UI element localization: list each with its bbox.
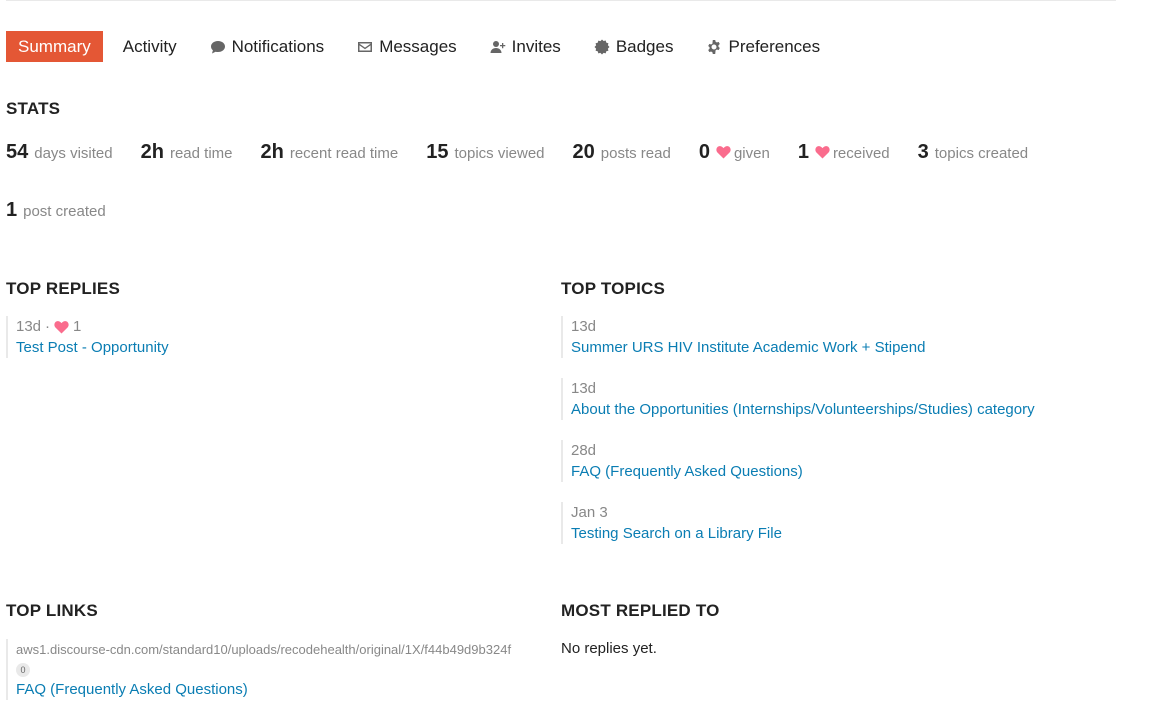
stat-number: 3 xyxy=(917,141,929,163)
top-topics-list: 13d Summer URS HIV Institute Academic Wo… xyxy=(561,316,1121,560)
meta-separator: · xyxy=(45,318,51,335)
top-divider xyxy=(6,0,1116,1)
stat-days-visited: 54 days visited xyxy=(6,141,113,169)
topic-age: 13d xyxy=(571,318,597,335)
stat-topics-viewed: 15 topics viewed xyxy=(426,141,544,169)
stat-recent-read-time: 2h recent read time xyxy=(261,141,399,169)
stat-label: topics viewed xyxy=(454,145,545,162)
list-item: 28d FAQ (Frequently Asked Questions) xyxy=(561,440,1121,482)
topic-age: 28d xyxy=(571,442,597,459)
stat-number: 2h xyxy=(260,141,284,163)
tab-badges-label: Badges xyxy=(615,36,674,56)
tab-summary[interactable]: Summary xyxy=(6,31,103,62)
tab-notifications[interactable]: Notifications xyxy=(197,31,337,62)
stat-label: recent read time xyxy=(289,145,399,162)
list-item: 13d Summer URS HIV Institute Academic Wo… xyxy=(561,316,1121,358)
stat-label: topics created xyxy=(934,145,1029,162)
stat-posts-created: 1 post created xyxy=(6,199,106,227)
tab-summary-label: Summary xyxy=(18,36,91,56)
stats-list: 54 days visited 2h read time 2h recent r… xyxy=(6,141,1066,169)
stat-likes-received: 1 received xyxy=(798,141,890,169)
stat-likes-given: 0 given xyxy=(699,141,770,169)
heart-icon xyxy=(716,145,731,159)
top-topics-heading: TOP TOPICS xyxy=(561,279,666,298)
topic-link[interactable]: Testing Search on a Library File xyxy=(571,523,1121,544)
empty-state-text: No replies yet. xyxy=(561,640,657,657)
topic-link[interactable]: FAQ (Frequently Asked Questions) xyxy=(571,461,1121,482)
stat-number: 54 xyxy=(6,141,29,163)
list-item: 13d · 1 Test Post - Opportunity xyxy=(6,316,526,358)
tab-messages-label: Messages xyxy=(379,36,457,56)
list-item: Jan 3 Testing Search on a Library File xyxy=(561,502,1121,544)
heart-icon xyxy=(815,145,830,159)
reply-like-count: 1 xyxy=(73,318,82,335)
stat-label: received xyxy=(832,145,890,162)
reply-meta: 13d · 1 xyxy=(16,316,526,337)
stat-label: days visited xyxy=(34,145,113,162)
stat-number: 20 xyxy=(572,141,595,163)
top-replies-list: 13d · 1 Test Post - Opportunity xyxy=(6,316,526,374)
comment-icon xyxy=(209,38,227,56)
tab-activity-label: Activity xyxy=(122,36,177,56)
stat-number: 0 xyxy=(698,141,710,163)
topic-link[interactable]: Summer URS HIV Institute Academic Work +… xyxy=(571,337,1121,358)
link-topic-title[interactable]: FAQ (Frequently Asked Questions) xyxy=(16,679,546,700)
stat-label: posts read xyxy=(600,145,671,162)
list-item: aws1.discourse-cdn.com/standard10/upload… xyxy=(6,639,546,700)
tab-badges[interactable]: Badges xyxy=(581,31,686,62)
most-replied-heading: MOST REPLIED TO xyxy=(561,601,720,620)
topic-age: Jan 3 xyxy=(571,504,608,521)
topic-link[interactable]: About the Opportunities (Internships/Vol… xyxy=(571,399,1121,420)
click-count-badge: 0 xyxy=(16,663,30,677)
tab-invites[interactable]: Invites xyxy=(477,31,573,62)
tab-notifications-label: Notifications xyxy=(231,36,325,56)
top-links-heading: TOP LINKS xyxy=(6,601,98,620)
stat-number: 1 xyxy=(6,199,18,221)
stats-row-2: 1 post created xyxy=(6,199,134,227)
tab-preferences[interactable]: Preferences xyxy=(693,31,832,62)
list-item: 13d About the Opportunities (Internships… xyxy=(561,378,1121,420)
stat-label: read time xyxy=(169,145,233,162)
gear-icon xyxy=(705,38,723,56)
stat-number: 15 xyxy=(426,141,449,163)
stat-topics-created: 3 topics created xyxy=(918,141,1029,169)
tab-activity[interactable]: Activity xyxy=(111,31,189,62)
tab-messages[interactable]: Messages xyxy=(344,31,468,62)
topic-age: 13d xyxy=(571,380,597,397)
stat-label: post created xyxy=(23,203,106,220)
reply-age: 13d xyxy=(16,318,42,335)
tab-invites-label: Invites xyxy=(511,36,561,56)
heart-icon xyxy=(54,320,69,334)
stat-label: given xyxy=(733,145,770,162)
stats-heading: STATS xyxy=(6,99,61,118)
badge-icon xyxy=(593,38,611,56)
user-nav: Summary Activity Notifications Messages … xyxy=(6,31,832,62)
stat-number: 1 xyxy=(797,141,809,163)
envelope-icon xyxy=(356,38,374,56)
stat-read-time: 2h read time xyxy=(141,141,233,169)
tab-preferences-label: Preferences xyxy=(728,36,821,56)
stat-posts-read: 20 posts read xyxy=(573,141,671,169)
link-url[interactable]: aws1.discourse-cdn.com/standard10/upload… xyxy=(16,639,546,660)
top-links-list: aws1.discourse-cdn.com/standard10/upload… xyxy=(6,639,546,700)
reply-link[interactable]: Test Post - Opportunity xyxy=(16,337,526,358)
top-replies-heading: TOP REPLIES xyxy=(6,279,120,298)
user-plus-icon xyxy=(489,38,507,56)
stat-number: 2h xyxy=(140,141,164,163)
